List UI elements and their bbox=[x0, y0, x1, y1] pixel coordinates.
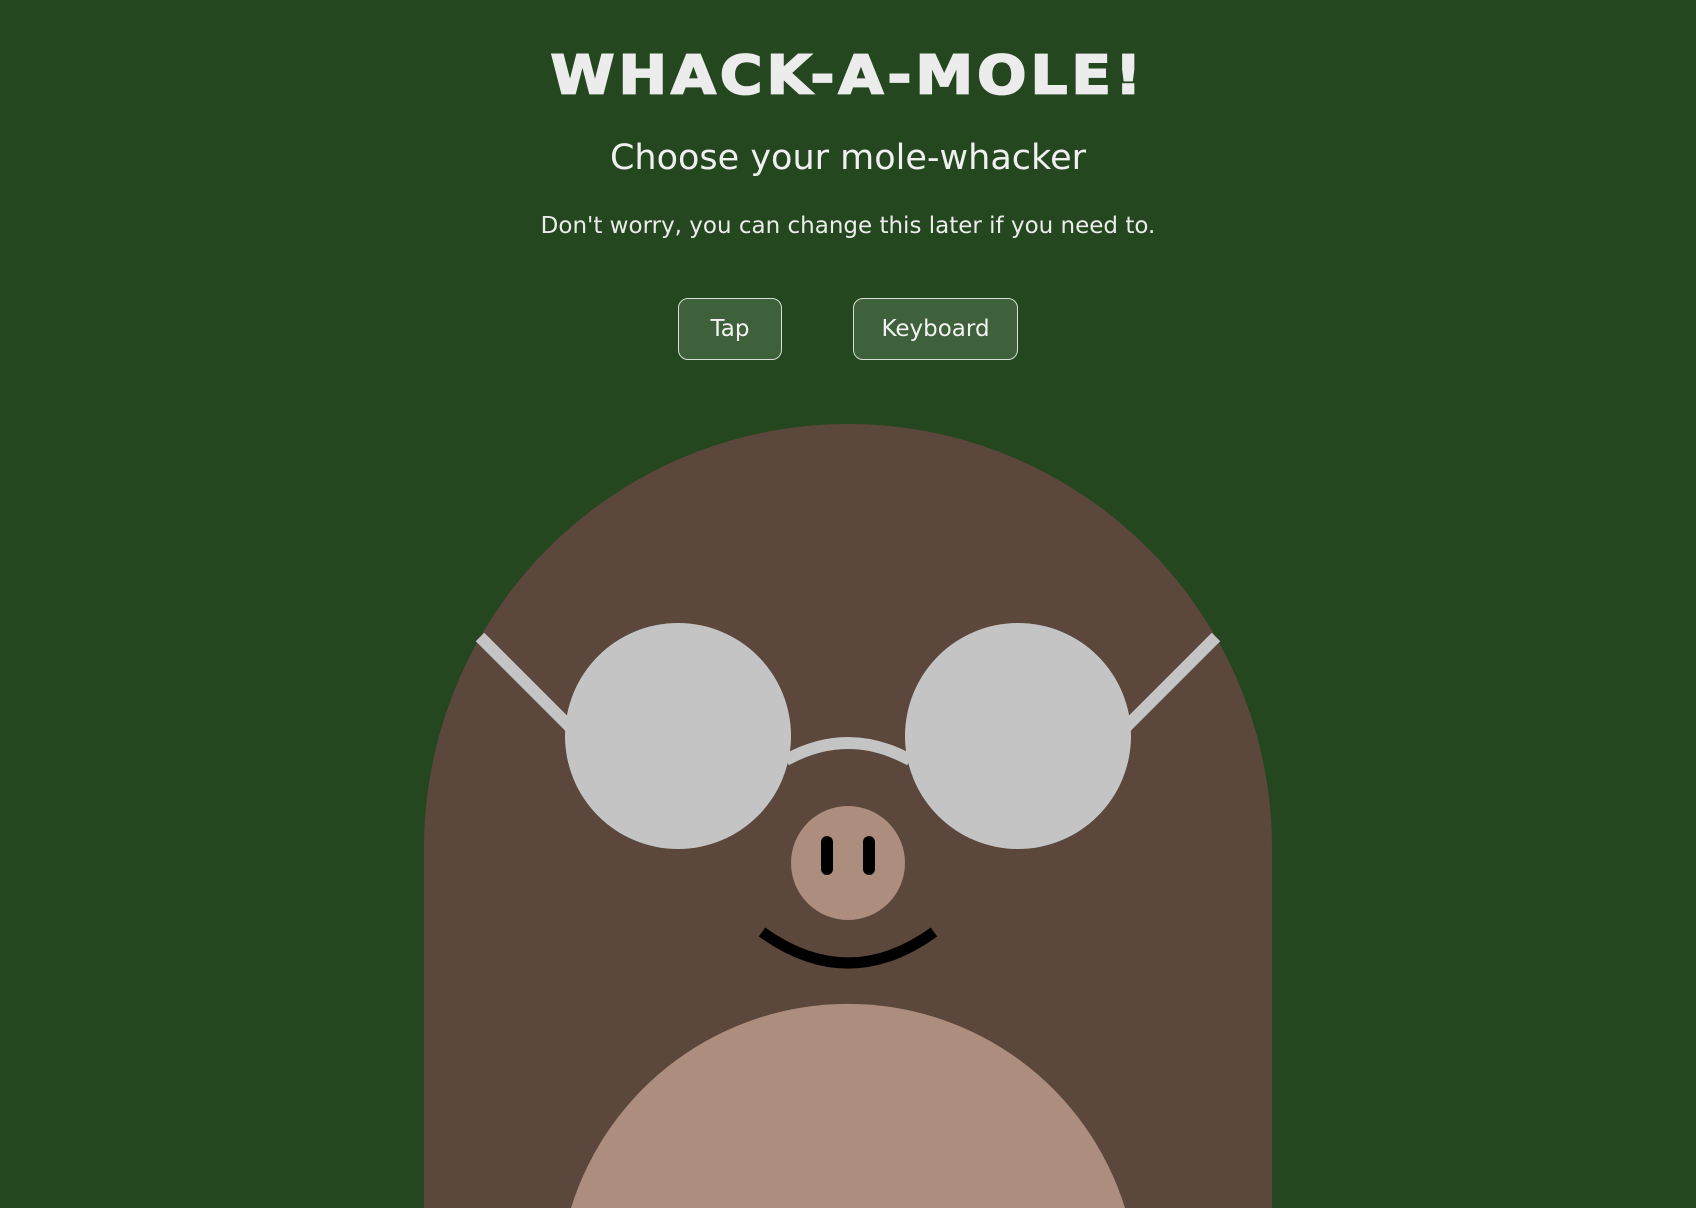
mole-nose bbox=[791, 806, 905, 920]
glasses-right-lens bbox=[905, 623, 1131, 849]
mole-illustration bbox=[424, 424, 1272, 1208]
glasses-left-lens bbox=[565, 623, 791, 849]
